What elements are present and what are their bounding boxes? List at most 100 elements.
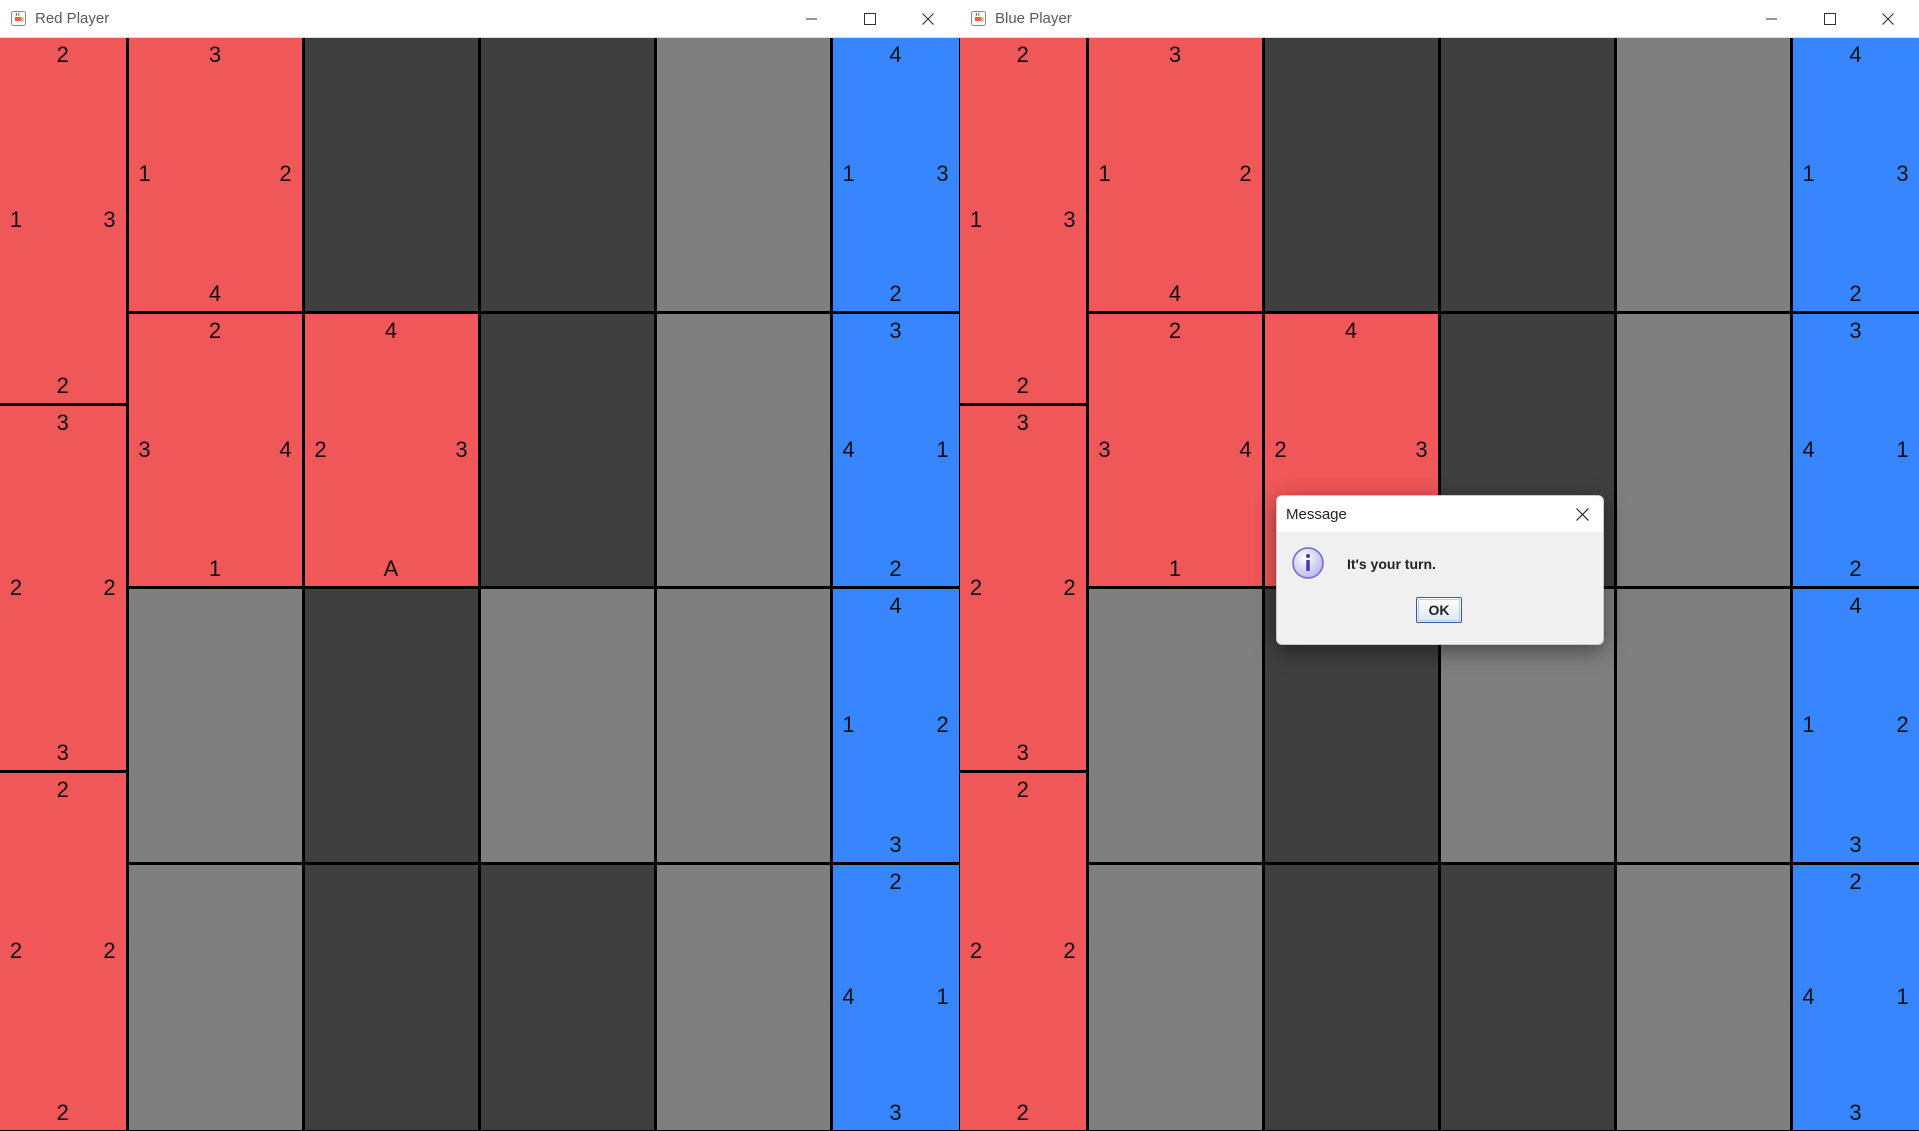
tile-value-bottom: 2 [1016, 372, 1029, 398]
java-icon [11, 11, 26, 26]
board-cell[interactable] [1264, 864, 1438, 1130]
tile-value-left: 4 [842, 436, 855, 462]
tile-value-bottom: 4 [1168, 280, 1182, 306]
blue-hand-tile[interactable]: 2 3 4 1 [1792, 864, 1919, 1130]
tile-value-top: 3 [208, 42, 222, 67]
tile-value-right: 2 [103, 938, 116, 963]
board-cell[interactable] [1264, 38, 1438, 311]
close-button[interactable] [905, 0, 951, 37]
tile-value-left: 2 [9, 938, 23, 963]
board-cell[interactable] [128, 588, 302, 862]
close-icon [1882, 13, 1894, 25]
dialog-close-button[interactable] [1561, 496, 1603, 532]
board-cell[interactable] [480, 313, 654, 586]
board-cell[interactable] [304, 588, 478, 862]
tile-value-top: 3 [889, 317, 902, 343]
board-cell[interactable] [656, 864, 830, 1130]
blue-hand-tile[interactable]: 2 3 4 1 [832, 864, 959, 1130]
board-cell[interactable] [1616, 588, 1790, 862]
blue-hand-tile[interactable]: 4 3 1 2 [832, 588, 959, 862]
red-hand-tile[interactable]: 2 2 2 2 [960, 772, 1086, 1130]
blue-hand-tile[interactable]: 4 2 1 3 [1792, 38, 1919, 311]
board-cell[interactable] [1616, 864, 1790, 1130]
maximize-button[interactable] [1807, 0, 1853, 37]
tile-value-left: 3 [138, 436, 151, 462]
tile-value-right: 3 [936, 161, 949, 187]
red-hand-tile[interactable]: 3 3 2 2 [960, 405, 1086, 770]
tile-value-right: 3 [1896, 161, 1909, 187]
minimize-icon [806, 18, 817, 20]
close-icon [922, 13, 934, 25]
tile-value-left: 2 [9, 574, 23, 600]
maximize-button[interactable] [847, 0, 893, 37]
tile-value-top: 2 [1849, 868, 1862, 894]
placed-tile[interactable]: 2 1 3 4 [1088, 313, 1262, 586]
red-hand-tile[interactable]: 2 2 1 3 [960, 38, 1086, 403]
board-cell[interactable] [1616, 38, 1790, 311]
tile-value-top: 2 [56, 776, 69, 802]
tile-value-left: 1 [1098, 161, 1111, 187]
tile-value-left: 1 [842, 712, 855, 737]
board-cell[interactable] [480, 864, 654, 1130]
tile-value-top: 2 [1168, 317, 1182, 343]
tile-value-left: 2 [1274, 436, 1287, 462]
tile-value-left: 4 [842, 984, 855, 1009]
tile-value-top: 4 [384, 317, 398, 343]
placed-tile[interactable]: 4 A 2 3 [304, 313, 478, 586]
ok-button[interactable]: OK [1416, 597, 1462, 623]
board-cell[interactable] [1440, 38, 1614, 311]
board-cell[interactable] [656, 313, 830, 586]
placed-tile[interactable]: 3 4 1 2 [1088, 38, 1262, 311]
tile-value-bottom: 1 [208, 555, 222, 581]
dialog-title: Message [1286, 506, 1347, 523]
red-hand-tile[interactable]: 2 2 1 3 [0, 38, 126, 403]
info-icon [1292, 547, 1324, 579]
minimize-button[interactable] [1749, 0, 1795, 37]
tile-value-right: 2 [1063, 574, 1076, 600]
placed-tile[interactable]: 2 1 3 4 [128, 313, 302, 586]
board-cell[interactable] [1440, 864, 1614, 1130]
tile-value-left: 4 [1802, 984, 1815, 1009]
placed-tile[interactable]: 3 4 1 2 [128, 38, 302, 311]
tile-value-right: 3 [455, 436, 468, 462]
board-cell[interactable] [128, 864, 302, 1130]
tile-value-bottom: 2 [1016, 1099, 1029, 1125]
tile-value-left: 1 [9, 207, 23, 233]
tile-value-bottom: 3 [1849, 1099, 1862, 1125]
board-cell[interactable] [656, 38, 830, 311]
board-cell[interactable] [480, 38, 654, 311]
tile-value-bottom: 2 [889, 280, 902, 306]
board-cell[interactable] [1088, 588, 1262, 862]
tile-value-left: 2 [969, 574, 983, 600]
tile-value-top: 4 [1849, 592, 1862, 618]
tile-value-top: 2 [1016, 776, 1029, 802]
board-cell[interactable] [480, 588, 654, 862]
board-cell[interactable] [656, 588, 830, 862]
tile-value-bottom: 3 [889, 831, 902, 857]
board-cell[interactable] [1616, 313, 1790, 586]
red-hand-tile[interactable]: 2 2 2 2 [0, 772, 126, 1130]
tile-value-bottom: 2 [1849, 555, 1862, 581]
tile-value-bottom: 3 [889, 1099, 902, 1125]
blue-hand-tile[interactable]: 4 2 1 3 [832, 38, 959, 311]
tile-value-right: 4 [279, 436, 292, 462]
board-cell[interactable] [1088, 864, 1262, 1130]
red-hand-tile[interactable]: 3 3 2 2 [0, 405, 126, 770]
tile-value-left: 1 [969, 207, 983, 233]
tile-value-top: 3 [56, 409, 69, 435]
tile-value-bottom: 3 [56, 739, 69, 765]
tile-value-bottom: 3 [1016, 739, 1029, 765]
blue-hand-tile[interactable]: 3 2 4 1 [832, 313, 959, 586]
minimize-button[interactable] [789, 0, 835, 37]
board-cell[interactable] [304, 864, 478, 1130]
tile-value-right: 2 [1063, 938, 1076, 963]
blue-hand-tile[interactable]: 3 2 4 1 [1792, 313, 1919, 586]
tile-value-top: 2 [889, 868, 902, 894]
close-button[interactable] [1865, 0, 1911, 37]
title-bar: Blue Player [960, 0, 1919, 38]
board-cell[interactable] [304, 38, 478, 311]
tile-value-top: 4 [1344, 317, 1358, 343]
tile-value-left: 4 [1802, 436, 1815, 462]
blue-hand-tile[interactable]: 4 3 1 2 [1792, 588, 1919, 862]
tile-value-top: 3 [1016, 409, 1029, 435]
